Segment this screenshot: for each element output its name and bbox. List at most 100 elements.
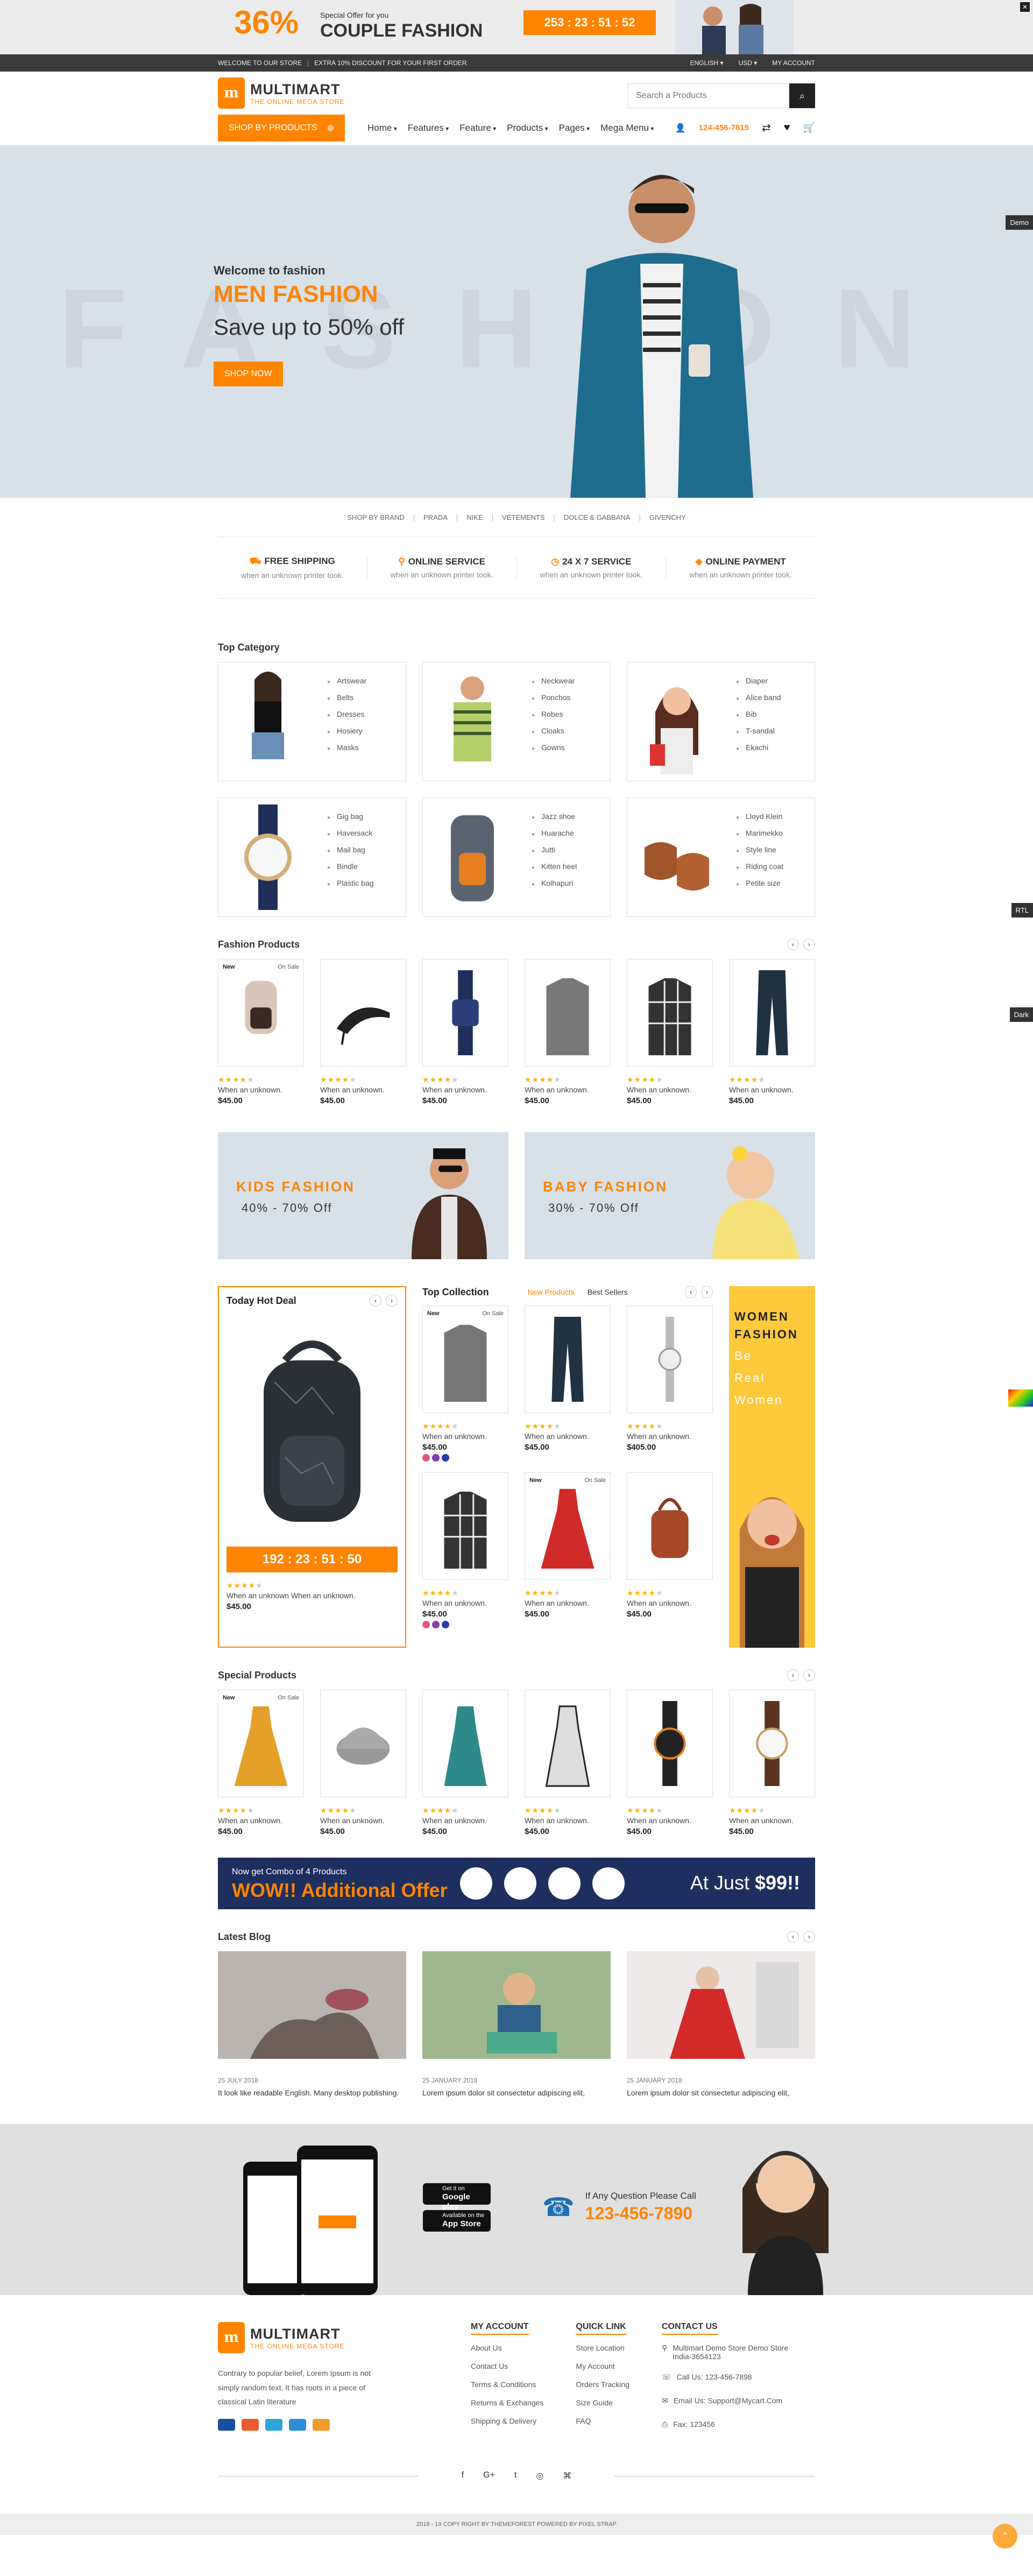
category-link[interactable]: Gowns bbox=[532, 743, 575, 760]
next-arrow-icon[interactable]: › bbox=[803, 938, 815, 950]
product-card[interactable]: ★★★★★ When an unknown. $45.00 bbox=[422, 959, 508, 1105]
product-image[interactable] bbox=[729, 959, 815, 1067]
product-image[interactable] bbox=[525, 1305, 611, 1413]
color-picker-icon[interactable] bbox=[1008, 1389, 1033, 1407]
brand-link[interactable]: Prada bbox=[423, 513, 448, 521]
menu-item-features[interactable]: Features bbox=[408, 123, 449, 133]
instagram-icon[interactable]: ◎ bbox=[536, 2471, 543, 2481]
category-link[interactable]: Plastic bag bbox=[327, 879, 373, 895]
menu-item-pages[interactable]: Pages bbox=[559, 123, 590, 133]
next-arrow-icon[interactable]: › bbox=[803, 1669, 815, 1681]
menu-item-products[interactable]: Products bbox=[507, 123, 548, 133]
product-image[interactable] bbox=[422, 1690, 508, 1797]
kids-fashion-banner[interactable]: KIDS FASHION 40% - 70% Off bbox=[218, 1132, 508, 1259]
category-link[interactable]: Kitten heel bbox=[532, 862, 577, 879]
logo[interactable]: m MULTIMART THE ONLINE MEGA STORE bbox=[218, 77, 344, 109]
product-card[interactable]: ★★★★★ When an unknown. $45.00 bbox=[320, 959, 406, 1105]
app-store-button[interactable]: Available on the App Store bbox=[423, 2210, 491, 2232]
category-link[interactable]: Neckwear bbox=[532, 676, 575, 693]
footer-link[interactable]: Size Guide bbox=[576, 2398, 629, 2417]
footer-link[interactable]: Orders Tracking bbox=[576, 2380, 629, 2398]
search-input[interactable] bbox=[628, 83, 789, 108]
product-card[interactable]: New On Sale ★★★★★ When an unknown. $45.00 bbox=[218, 1690, 304, 1836]
footer-link[interactable]: Contact Us bbox=[471, 2362, 543, 2380]
footer-link[interactable]: Shipping & Delivery bbox=[471, 2417, 543, 2435]
footer-logo[interactable]: m MULTIMART THE ONLINE MEGA STORE bbox=[218, 2322, 379, 2353]
brand-link[interactable]: Dolce & Gabbana bbox=[564, 513, 631, 521]
dark-tab[interactable]: Dark bbox=[1009, 1007, 1033, 1022]
blog-post[interactable]: 25 JANUARY 2018 Lorem ipsum dolor sit co… bbox=[422, 1951, 611, 2097]
product-card[interactable]: ★★★★★ When an unknown. $45.00 bbox=[320, 1690, 406, 1836]
product-card[interactable]: ★★★★★ When an unknown. $45.00 bbox=[729, 959, 815, 1105]
backpack-image[interactable] bbox=[237, 1328, 387, 1533]
product-image[interactable] bbox=[525, 1690, 611, 1797]
product-card[interactable]: ★★★★★ When an unknown. $45.00 bbox=[525, 1305, 611, 1462]
category-link[interactable]: Artswear bbox=[327, 676, 366, 693]
category-card[interactable]: ArtswearBeltsDressesHosieryMasks bbox=[218, 662, 406, 781]
product-card[interactable]: ★★★★★ When an unknown. $45.00 bbox=[525, 1690, 611, 1836]
compare-icon[interactable]: ⇄ bbox=[762, 121, 771, 135]
category-card[interactable]: NeckwearPonchosRobesCloaksGowns bbox=[422, 662, 611, 781]
blog-title[interactable]: Lorem ipsum dolor sit consectetur adipis… bbox=[422, 2088, 611, 2097]
baby-fashion-banner[interactable]: BABY FASHION 30% - 70% Off bbox=[525, 1132, 815, 1259]
google-plus-icon[interactable]: G+ bbox=[483, 2471, 495, 2481]
prev-arrow-icon[interactable]: ‹ bbox=[370, 1295, 381, 1307]
category-link[interactable]: Hosiery bbox=[327, 726, 366, 743]
prev-arrow-icon[interactable]: ‹ bbox=[787, 938, 799, 950]
product-image[interactable] bbox=[627, 1690, 713, 1797]
prev-arrow-icon[interactable]: ‹ bbox=[685, 1286, 697, 1298]
color-swatch[interactable] bbox=[422, 1454, 430, 1462]
category-card[interactable]: Jazz shoeHuaracheJuttiKitten heelKolhapu… bbox=[422, 797, 611, 917]
combo-offer-banner[interactable]: Now get Combo of 4 Products WOW!! Additi… bbox=[218, 1858, 815, 1909]
color-swatch[interactable] bbox=[432, 1621, 440, 1628]
footer-link[interactable]: My Account bbox=[576, 2362, 629, 2380]
blog-post[interactable]: 25 JULY 2018 It look like readable Engli… bbox=[218, 1951, 406, 2097]
rss-icon[interactable]: ⌘ bbox=[563, 2471, 571, 2481]
category-link[interactable]: Belts bbox=[327, 693, 366, 710]
product-image[interactable]: New On Sale bbox=[218, 959, 304, 1067]
category-link[interactable]: Riding coat bbox=[736, 862, 783, 879]
color-swatch[interactable] bbox=[442, 1621, 449, 1628]
twitter-icon[interactable]: t bbox=[514, 2471, 516, 2481]
product-image[interactable] bbox=[320, 1690, 406, 1797]
category-link[interactable]: Jutti bbox=[532, 845, 577, 862]
footer-link[interactable]: Store Location bbox=[576, 2344, 629, 2362]
category-card[interactable]: Gig bagHaversackMail bagBindlePlastic ba… bbox=[218, 797, 406, 917]
search-button[interactable]: ⌕ bbox=[789, 83, 815, 108]
product-image[interactable]: New On Sale bbox=[422, 1305, 508, 1413]
footer-link[interactable]: About Us bbox=[471, 2344, 543, 2362]
footer-link[interactable]: Returns & Exchanges bbox=[471, 2398, 543, 2417]
product-card[interactable]: ★★★★★ When an unknown. $45.00 bbox=[422, 1690, 508, 1836]
category-link[interactable]: Kolhapuri bbox=[532, 879, 577, 895]
category-link[interactable]: Mail bag bbox=[327, 845, 374, 862]
product-card[interactable]: ★★★★★ When an unknown. $405.00 bbox=[627, 1305, 713, 1462]
category-link[interactable]: Diaper bbox=[736, 676, 781, 693]
category-link[interactable]: Style line bbox=[736, 845, 783, 862]
product-image[interactable] bbox=[525, 959, 611, 1067]
brand-link[interactable]: Nike bbox=[466, 513, 483, 521]
back-to-top-icon[interactable]: ⌃ bbox=[993, 2524, 1017, 2549]
category-link[interactable]: Dresses bbox=[327, 710, 366, 726]
product-image[interactable] bbox=[320, 959, 406, 1067]
category-link[interactable]: Bindle bbox=[327, 862, 374, 879]
category-link[interactable]: Masks bbox=[327, 743, 366, 760]
category-link[interactable]: Gig bag bbox=[327, 812, 374, 829]
next-arrow-icon[interactable]: › bbox=[701, 1286, 713, 1298]
user-icon[interactable]: 👤 bbox=[675, 123, 686, 133]
category-link[interactable]: Cloaks bbox=[532, 726, 575, 743]
brand-link[interactable]: Givenchy bbox=[649, 513, 686, 521]
category-card[interactable]: DiaperAlice bandBibT-sandalEkachi bbox=[627, 662, 815, 781]
category-link[interactable]: Robes bbox=[532, 710, 575, 726]
category-link[interactable]: Lloyd Klein bbox=[736, 812, 783, 829]
category-link[interactable]: Jazz shoe bbox=[532, 812, 577, 829]
rtl-tab[interactable]: RTL bbox=[1011, 903, 1033, 918]
wishlist-icon[interactable]: ♥ bbox=[784, 122, 790, 134]
demo-tab[interactable]: Demo bbox=[1006, 215, 1033, 230]
category-link[interactable]: Ekachi bbox=[736, 743, 781, 760]
next-arrow-icon[interactable]: › bbox=[386, 1295, 398, 1307]
product-image[interactable]: New On Sale bbox=[218, 1690, 304, 1797]
product-image[interactable] bbox=[729, 1690, 815, 1797]
prev-arrow-icon[interactable]: ‹ bbox=[787, 1669, 799, 1681]
language-select[interactable]: English ▾ bbox=[690, 59, 723, 67]
next-arrow-icon[interactable]: › bbox=[803, 1931, 815, 1943]
